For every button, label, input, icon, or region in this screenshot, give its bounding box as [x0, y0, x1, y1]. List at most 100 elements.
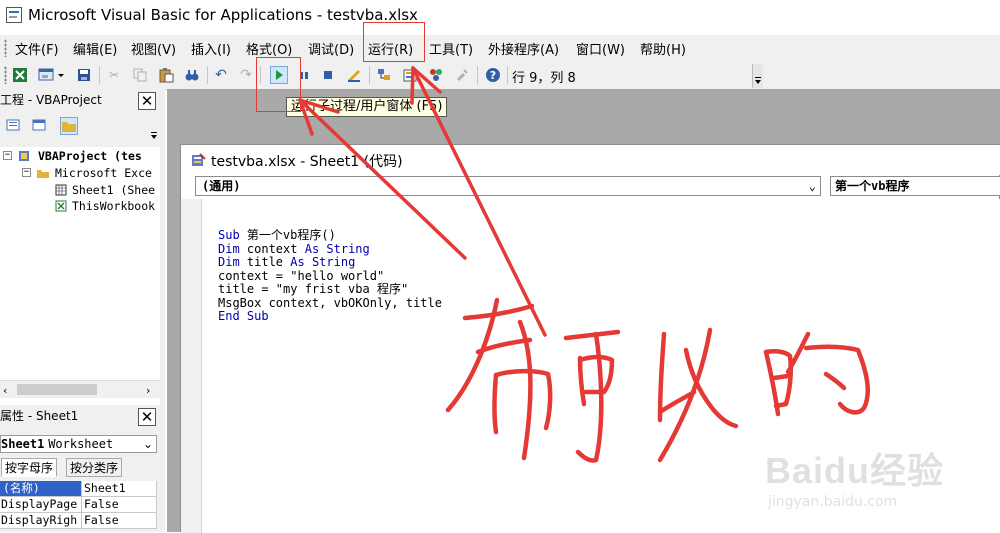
- tree-item-thisworkbook[interactable]: ThisWorkbook: [72, 199, 160, 213]
- tab-alphabetic[interactable]: 按字母序: [1, 458, 58, 477]
- toolbar-separator: [99, 66, 100, 84]
- insert-userform-icon[interactable]: [38, 67, 54, 83]
- annotation-box-run-button: [256, 57, 301, 112]
- svg-text:?: ?: [490, 69, 496, 82]
- object-type: Worksheet: [48, 437, 114, 451]
- scroll-thumb[interactable]: [17, 384, 97, 395]
- code-keyword: As String: [290, 255, 356, 269]
- chevron-down-icon: ⌄: [142, 437, 153, 451]
- code-window-titlebar[interactable]: testvba.xlsx - Sheet1 (代码): [181, 145, 1000, 175]
- run-tooltip: 运行子过程/用户窗体 (F5): [286, 97, 448, 117]
- help-icon[interactable]: ?: [485, 67, 501, 83]
- object-combo[interactable]: (通用) ⌄: [195, 176, 821, 196]
- code-line[interactable]: context = "hello world": [218, 269, 384, 284]
- scroll-right-icon[interactable]: ›: [146, 384, 150, 397]
- property-row[interactable]: (名称) Sheet1: [0, 481, 157, 497]
- property-value[interactable]: False: [82, 513, 157, 529]
- excel-view-icon[interactable]: [12, 67, 28, 83]
- menu-bar: 文件(F) 编辑(E) 视图(V) 插入(I) 格式(O) 调试(D) 运行(R…: [0, 35, 1000, 61]
- vbaproject-icon: [18, 150, 30, 162]
- code-keyword: Sub: [218, 228, 240, 242]
- menubar-grip[interactable]: [4, 39, 7, 57]
- project-panel-close-icon[interactable]: ✕: [138, 92, 156, 110]
- paste-icon[interactable]: [158, 67, 174, 83]
- object-select[interactable]: Sheet1 Worksheet ⌄: [0, 435, 157, 453]
- code-window-icon: [190, 152, 206, 168]
- properties-panel: 属性 - Sheet1 ✕ Sheet1 Worksheet ⌄ 按字母序 按分…: [0, 405, 165, 532]
- property-row[interactable]: DisplayPage False: [0, 497, 157, 513]
- project-tree-hscrollbar[interactable]: ‹ ›: [0, 380, 160, 398]
- toolbar-separator: [477, 66, 478, 84]
- collapse-vbaproject-icon[interactable]: −: [3, 151, 12, 160]
- menu-debug[interactable]: 调试(D): [308, 39, 354, 58]
- chevron-down-icon: ⌄: [808, 179, 816, 193]
- code-line[interactable]: Sub 第一个vb程序(): [218, 228, 336, 243]
- menu-edit[interactable]: 编辑(E): [73, 39, 117, 58]
- cursor-position-label: 行 9，列 8: [512, 71, 576, 86]
- folder-icon: [37, 167, 49, 179]
- watermark-logo: Baidu经验: [765, 450, 945, 491]
- property-name: (名称): [0, 481, 82, 497]
- properties-window-icon[interactable]: [402, 67, 418, 83]
- code-keyword: As String: [304, 241, 370, 256]
- collapse-excel-objects-icon[interactable]: −: [22, 168, 31, 177]
- menu-view[interactable]: 视图(V): [131, 39, 176, 58]
- properties-panel-close-icon[interactable]: ✕: [138, 408, 156, 426]
- menu-file[interactable]: 文件(F): [15, 39, 59, 58]
- copy-icon[interactable]: [132, 67, 148, 83]
- code-margin-indicator-bar[interactable]: [181, 199, 202, 533]
- code-line[interactable]: Dim title As String: [218, 255, 356, 270]
- project-explorer-panel: 工程 - VBAProject ✕ − VBAProject (tes − Mi…: [0, 89, 165, 467]
- menu-addins[interactable]: 外接程序(A): [488, 39, 559, 58]
- code-text: 第一个vb程序(): [239, 228, 336, 242]
- object-name: Sheet1: [1, 437, 45, 451]
- code-line[interactable]: Dim context As String: [218, 241, 370, 257]
- toolbar-options-chevron-icon[interactable]: [752, 64, 763, 88]
- menu-window[interactable]: 窗口(W): [576, 39, 625, 58]
- toolbar-grip[interactable]: [4, 66, 7, 84]
- menu-tools[interactable]: 工具(T): [429, 39, 473, 58]
- standard-toolbar: ✂ ↶ ↷ ? 行 9，列 8: [0, 61, 1000, 90]
- watermark-url: jingyan.baidu.com: [768, 494, 898, 510]
- code-keyword: Dim: [218, 255, 240, 269]
- property-row[interactable]: DisplayRigh False: [0, 513, 157, 529]
- redo-icon[interactable]: ↷: [238, 67, 254, 83]
- toolbox-icon[interactable]: [454, 67, 470, 83]
- project-explorer-icon[interactable]: [376, 67, 392, 83]
- code-keyword: Dim: [218, 241, 240, 256]
- view-code-icon[interactable]: [4, 116, 22, 134]
- view-object-icon[interactable]: [30, 116, 48, 134]
- menu-help[interactable]: 帮助(H): [640, 39, 686, 58]
- tree-item-excel-objects[interactable]: Microsoft Exce: [55, 166, 160, 180]
- design-mode-icon[interactable]: [346, 67, 362, 83]
- tree-item-sheet1[interactable]: Sheet1 (Shee: [72, 183, 160, 197]
- menu-format[interactable]: 格式(O): [246, 39, 292, 58]
- procedure-combo[interactable]: 第一个vb程序: [830, 176, 1000, 196]
- undo-icon[interactable]: ↶: [213, 67, 229, 83]
- menu-insert[interactable]: 插入(I): [191, 39, 231, 58]
- property-value[interactable]: Sheet1: [82, 481, 157, 497]
- object-combo-value: (通用): [202, 179, 241, 193]
- title-bar: Microsoft Visual Basic for Applications …: [0, 0, 1000, 32]
- tab-categorized[interactable]: 按分类序: [66, 458, 123, 477]
- find-icon[interactable]: [184, 67, 200, 83]
- code-text: title: [239, 255, 291, 269]
- save-icon[interactable]: [76, 67, 92, 83]
- annotation-box-run-menu: [363, 22, 425, 62]
- property-value[interactable]: False: [82, 497, 157, 513]
- code-line[interactable]: MsgBox context, vbOKOnly, title: [218, 296, 442, 311]
- cut-icon[interactable]: ✂: [106, 67, 122, 83]
- tree-item-vbaproject[interactable]: VBAProject (tes: [38, 149, 160, 163]
- reset-icon[interactable]: [320, 67, 336, 83]
- code-keyword: End Sub: [218, 309, 269, 323]
- code-line[interactable]: End Sub: [218, 309, 269, 324]
- workbook-icon: [55, 200, 67, 212]
- vba-app-icon: [6, 7, 22, 23]
- toolbar-separator: [207, 66, 208, 84]
- toggle-folders-icon[interactable]: [60, 117, 78, 135]
- scroll-left-icon[interactable]: ‹: [3, 384, 7, 397]
- code-line[interactable]: title = "my frist vba 程序": [218, 282, 408, 297]
- object-browser-icon[interactable]: [428, 67, 444, 83]
- insert-dropdown-arrow-icon[interactable]: [56, 67, 66, 83]
- panel-toolbar-chevron-icon[interactable]: [148, 119, 160, 143]
